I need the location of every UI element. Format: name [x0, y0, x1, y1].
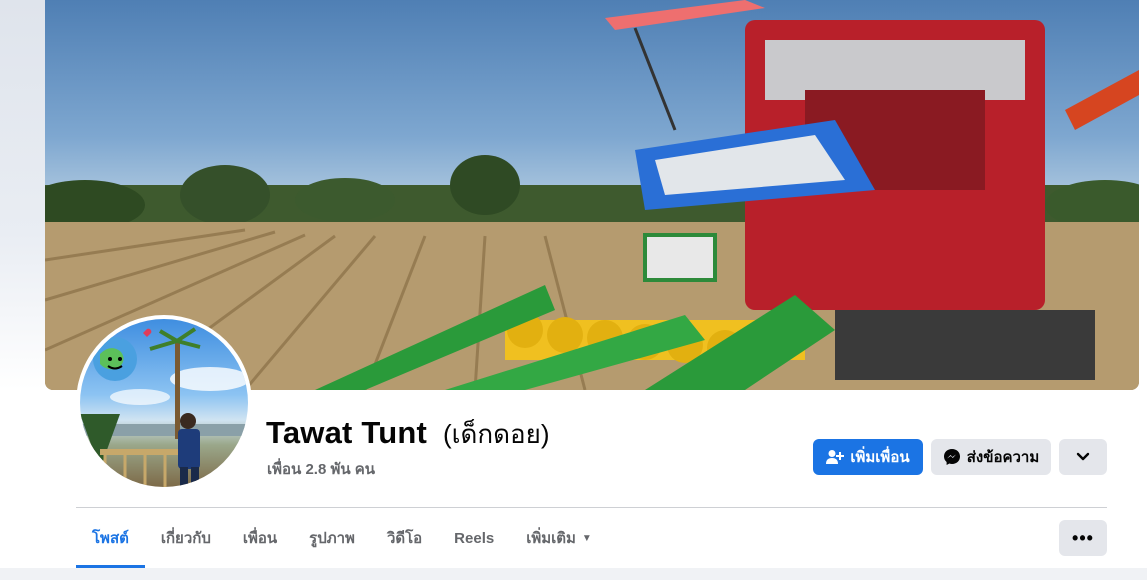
tab-label: เพื่อน: [242, 530, 278, 547]
more-dots-icon: •••: [1072, 527, 1094, 548]
tab-friends[interactable]: เพื่อน: [227, 508, 293, 568]
chevron-down-icon: [1076, 449, 1090, 466]
feed-background: [0, 568, 1147, 580]
tab-about[interactable]: เกี่ยวกับ: [145, 508, 227, 568]
profile-more-button[interactable]: [1059, 439, 1107, 475]
tab-videos[interactable]: วิดีโอ: [371, 508, 438, 568]
add-friend-label: เพิ่มเพื่อน: [850, 449, 910, 466]
tab-photos[interactable]: รูปภาพ: [293, 508, 371, 568]
tab-label: รูปภาพ: [309, 530, 355, 547]
message-button[interactable]: ส่งข้อความ: [931, 439, 1051, 475]
message-label: ส่งข้อความ: [966, 449, 1040, 466]
tab-reels[interactable]: Reels: [438, 508, 510, 568]
profile-avatar-ring[interactable]: [76, 315, 252, 491]
tab-posts[interactable]: โพสต์: [76, 508, 145, 568]
tab-label: โพสต์: [92, 530, 129, 547]
profile-tabs: โพสต์ เกี่ยวกับ เพื่อน รูปภาพ วิดีโอ Ree…: [76, 508, 608, 568]
avatar[interactable]: [80, 319, 248, 487]
avatar-photo-illustration: [80, 327, 248, 487]
add-friend-icon: [826, 449, 845, 465]
tab-label: วิดีโอ: [386, 530, 423, 547]
tab-more[interactable]: เพิ่มเติม ▼: [510, 508, 608, 568]
tab-label: เพิ่มเติม: [526, 530, 576, 547]
caret-down-icon: ▼: [581, 532, 592, 544]
profile-name: Tawat Tunt: [266, 415, 427, 450]
friends-count-link[interactable]: เพื่อน 2.8 พัน คน: [267, 457, 375, 481]
tabs-overflow-button[interactable]: •••: [1059, 520, 1107, 556]
profile-name-row: Tawat Tunt (เด็กดอย): [266, 414, 550, 455]
add-friend-button[interactable]: เพิ่มเพื่อน: [813, 439, 923, 475]
profile-alternate-name: (เด็กดอย): [443, 419, 550, 449]
page-edge-gradient: [0, 0, 45, 390]
tab-label: Reels: [454, 529, 495, 547]
tab-label: เกี่ยวกับ: [160, 530, 211, 547]
messenger-icon: [943, 448, 961, 466]
